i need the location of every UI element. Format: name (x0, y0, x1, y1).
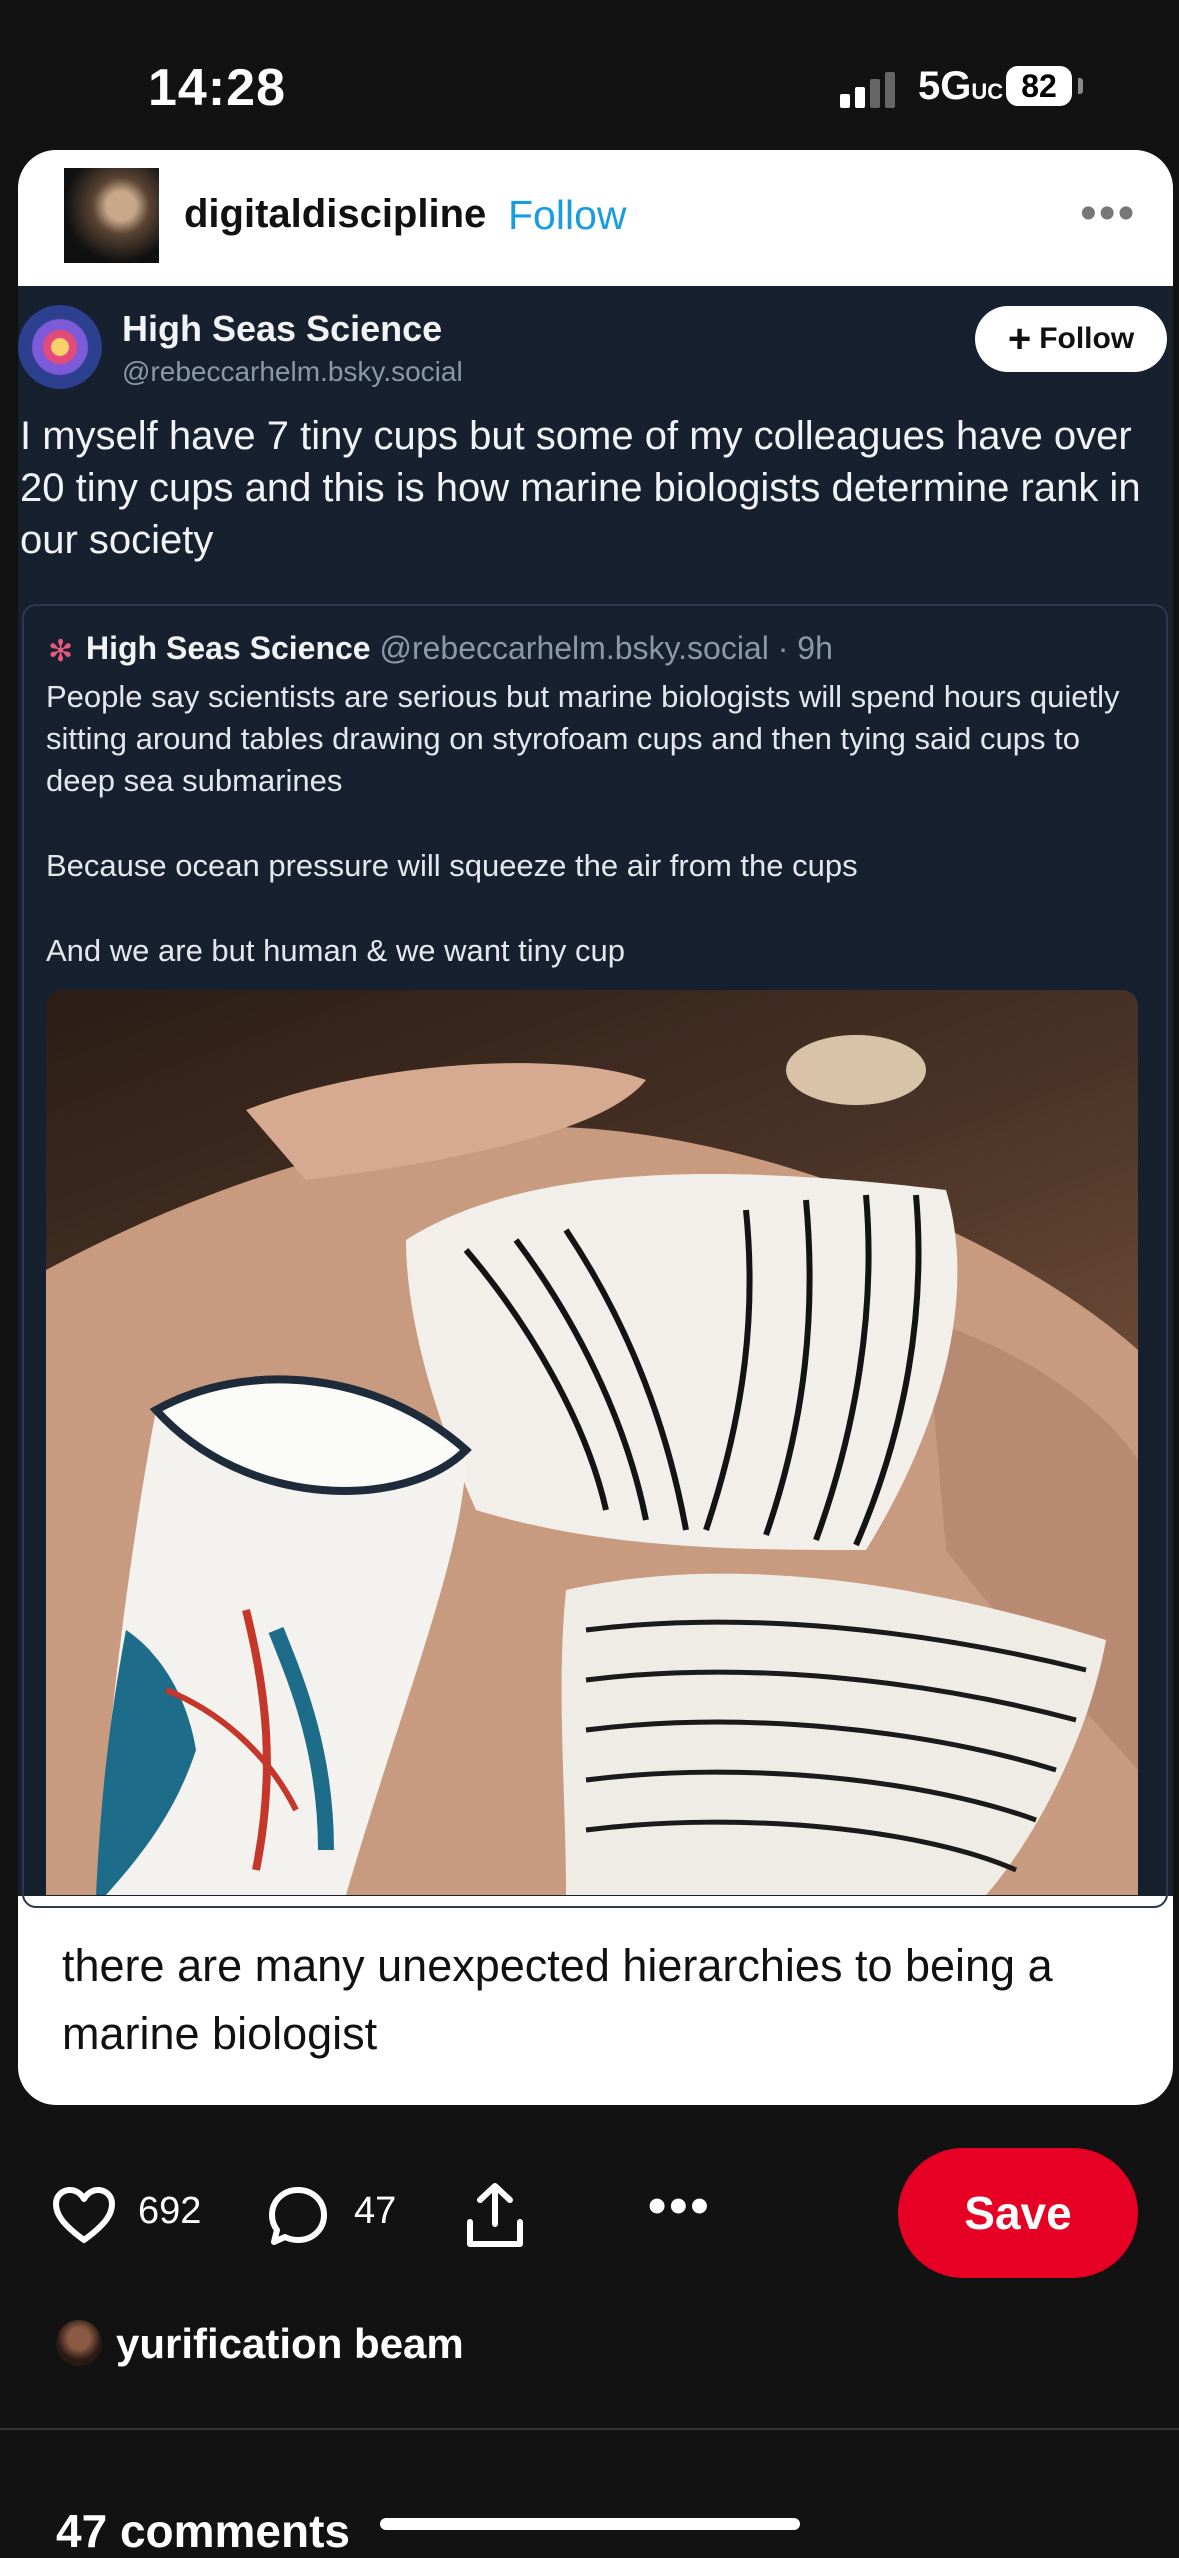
cellular-signal-icon (840, 72, 895, 108)
more-actions-icon[interactable]: ••• (648, 2176, 712, 2236)
hand-with-cups-image (46, 1035, 1138, 1895)
author-small-avatar-icon: ✻ (48, 635, 74, 668)
likes-count: 692 (138, 2190, 202, 2232)
plus-icon: + (1007, 317, 1032, 361)
quoted-post-body: People say scientists are serious but ma… (46, 676, 1146, 1015)
status-time: 14:28 (148, 59, 286, 117)
heart-icon[interactable] (52, 2186, 116, 2246)
embedded-post-text: I myself have 7 tiny cups but some of my… (20, 414, 1141, 562)
battery-tip (1078, 78, 1083, 94)
quoted-post-header: High Seas Science @rebeccarhelm.bsky.soc… (86, 630, 833, 666)
network-indicator: 5GUC (918, 64, 1004, 108)
quoted-paragraph: And we are but human & we want tiny cup (46, 933, 625, 968)
comments-count: 47 (354, 2190, 397, 2232)
follow-button[interactable]: Follow (508, 192, 626, 239)
home-indicator[interactable] (380, 2518, 800, 2530)
section-divider (0, 2428, 1179, 2430)
comments-title[interactable]: 47 comments (56, 2504, 350, 2558)
embedded-follow-label: Follow (1039, 322, 1135, 355)
post-caption: there are many unexpected hierarchies to… (62, 1940, 1053, 2059)
cups-photo[interactable] (46, 990, 1138, 1895)
author-handle: @rebeccarhelm.bsky.social (122, 356, 463, 387)
comment-icon[interactable] (266, 2184, 330, 2248)
quoted-paragraph: Because ocean pressure will squeeze the … (46, 848, 858, 883)
author-name: High Seas Science (122, 308, 443, 349)
embedded-follow-button: + Follow (975, 306, 1167, 372)
board-name[interactable]: yurification beam (116, 2320, 464, 2368)
more-options-icon[interactable]: ••• (1080, 186, 1136, 241)
save-button[interactable]: Save (898, 2148, 1138, 2278)
post-username[interactable]: digitaldiscipline (184, 192, 486, 237)
quoted-paragraph: People say scientists are serious but ma… (46, 679, 1120, 798)
battery-icon: 82 (1006, 66, 1072, 106)
author-avatar (18, 305, 102, 389)
share-icon[interactable] (464, 2180, 526, 2250)
board-avatar[interactable] (56, 2320, 102, 2366)
user-avatar[interactable] (64, 168, 159, 263)
